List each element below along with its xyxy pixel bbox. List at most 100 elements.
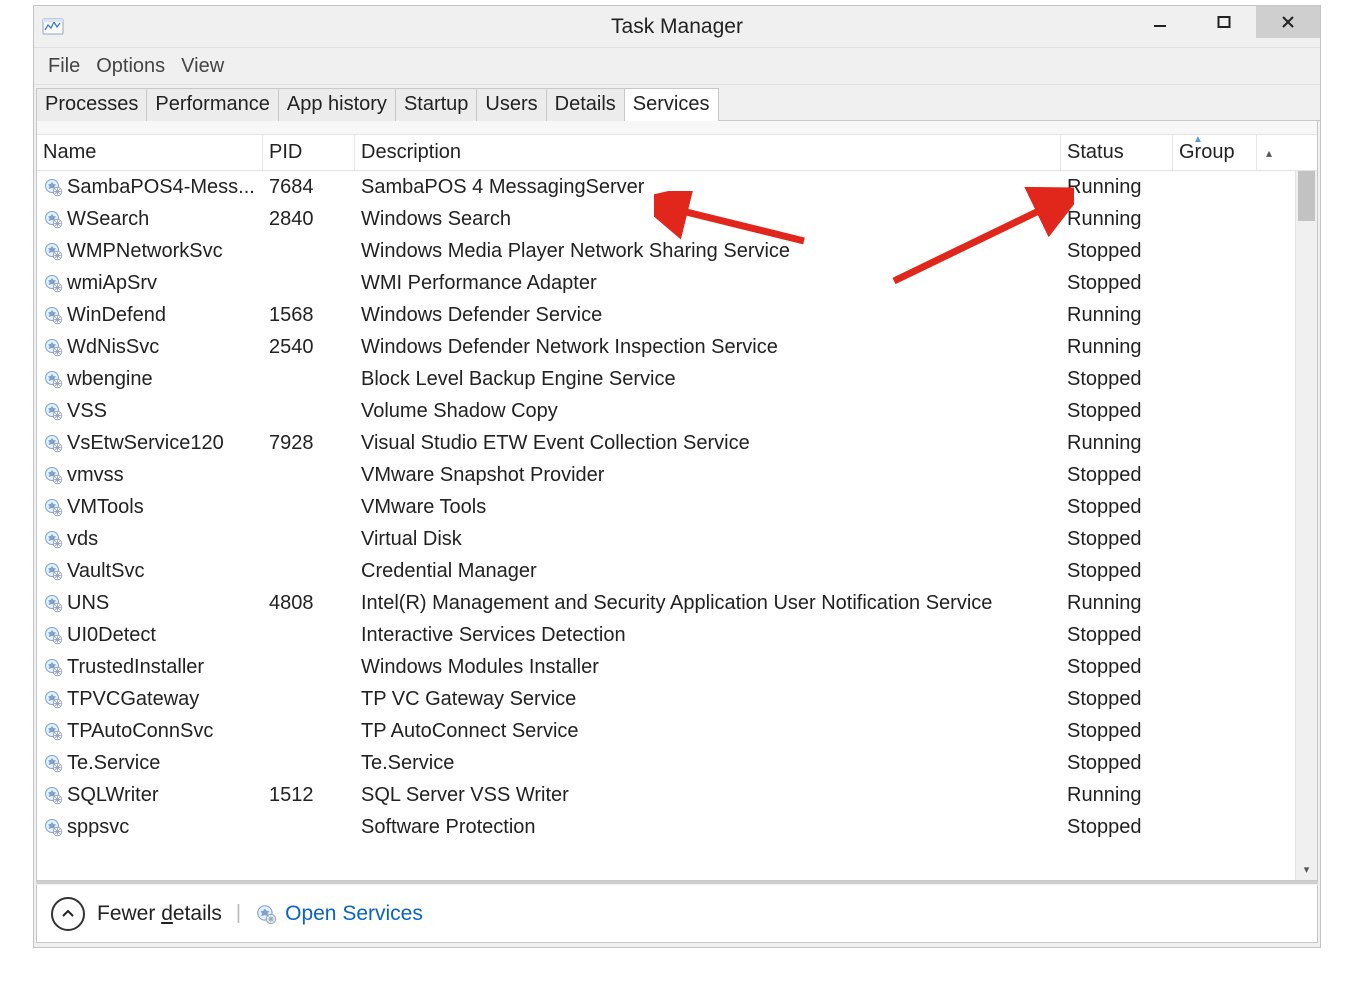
service-row[interactable]: VaultSvcCredential ManagerStopped — [37, 555, 1317, 587]
service-row[interactable]: UNS4808Intel(R) Management and Security … — [37, 587, 1317, 619]
cell-pid — [263, 250, 355, 252]
cell-pid: 1568 — [263, 303, 355, 328]
cell-group — [1173, 442, 1257, 444]
service-row[interactable]: vdsVirtual DiskStopped — [37, 523, 1317, 555]
cell-status: Running — [1061, 783, 1173, 808]
cell-name: VsEtwService120 — [37, 431, 263, 456]
cell-name: SambaPOS4-Mess... — [37, 175, 263, 200]
service-name-text: SQLWriter — [67, 784, 159, 807]
service-row[interactable]: UI0DetectInteractive Services DetectionS… — [37, 619, 1317, 651]
service-name-text: TPVCGateway — [67, 688, 199, 711]
cell-group — [1173, 762, 1257, 764]
menu-file[interactable]: File — [42, 51, 86, 82]
tab-processes[interactable]: Processes — [36, 88, 147, 121]
cell-desc: TP VC Gateway Service — [355, 687, 1061, 712]
col-header-status[interactable]: Status — [1061, 135, 1173, 170]
service-row[interactable]: TPAutoConnSvcTP AutoConnect ServiceStopp… — [37, 715, 1317, 747]
service-row[interactable]: sppsvcSoftware ProtectionStopped — [37, 811, 1317, 843]
service-name-text: sppsvc — [67, 816, 129, 839]
scrollbar-thumb[interactable] — [1298, 171, 1315, 221]
chevron-up-icon — [60, 906, 76, 922]
tab-performance[interactable]: Performance — [146, 88, 279, 121]
cell-status: Running — [1061, 303, 1173, 328]
cell-name: UI0Detect — [37, 623, 263, 648]
tab-app-history[interactable]: App history — [278, 88, 396, 121]
scroll-up-arrow[interactable]: ▴ — [1257, 140, 1281, 166]
service-icon — [43, 657, 63, 677]
menu-view[interactable]: View — [175, 51, 230, 82]
col-header-description[interactable]: Description — [355, 135, 1061, 170]
cell-pid — [263, 282, 355, 284]
close-button[interactable] — [1256, 6, 1320, 38]
service-name-text: UNS — [67, 592, 109, 615]
task-manager-window: Task Manager File Options View Processes… — [33, 5, 1321, 948]
col-header-group[interactable]: Group — [1173, 135, 1257, 170]
vertical-scrollbar[interactable]: ▾ — [1295, 171, 1317, 880]
service-row[interactable]: wbengine Block Level Backup Engine Servic… — [37, 363, 1317, 395]
service-row[interactable]: VMToolsVMware ToolsStopped — [37, 491, 1317, 523]
cell-name: wbengine — [37, 367, 263, 392]
service-row[interactable]: WinDefend 1568Windows Defender ServiceRun… — [37, 299, 1317, 331]
col-header-name[interactable]: Name — [37, 135, 263, 170]
cell-pid — [263, 666, 355, 668]
cell-group — [1173, 698, 1257, 700]
cell-desc: VMware Snapshot Provider — [355, 463, 1061, 488]
tab-startup[interactable]: Startup — [395, 88, 477, 121]
cell-desc: Block Level Backup Engine Service — [355, 367, 1061, 392]
service-name-text: TrustedInstaller — [67, 656, 204, 679]
cell-name: VMTools — [37, 495, 263, 520]
service-row[interactable]: VsEtwService1207928Visual Studio ETW Eve… — [37, 427, 1317, 459]
service-name-text: SambaPOS4-Mess... — [67, 176, 255, 199]
service-row[interactable]: WMPNetworkSvcWindows Media Player Networ… — [37, 235, 1317, 267]
fewer-details-text-post: etails — [173, 902, 222, 925]
tab-services[interactable]: Services — [624, 88, 719, 121]
service-name-text: WinDefend — [67, 304, 166, 327]
service-icon — [43, 785, 63, 805]
service-icon — [43, 529, 63, 549]
cell-desc: VMware Tools — [355, 495, 1061, 520]
cell-desc: Intel(R) Management and Security Applica… — [355, 591, 1061, 616]
service-row[interactable]: vmvssVMware Snapshot ProviderStopped — [37, 459, 1317, 491]
col-header-pid[interactable]: PID — [263, 135, 355, 170]
cell-desc: SambaPOS 4 MessagingServer — [355, 175, 1061, 200]
cell-desc: Windows Defender Network Inspection Serv… — [355, 335, 1061, 360]
cell-group — [1173, 378, 1257, 380]
service-name-text: wbengine — [67, 368, 153, 391]
cell-pid — [263, 538, 355, 540]
service-name-text: vmvss — [67, 464, 124, 487]
cell-name: Te.Service — [37, 751, 263, 776]
menu-options[interactable]: Options — [90, 51, 171, 82]
open-services-link[interactable]: Open Services — [255, 902, 423, 926]
service-row[interactable]: VSSVolume Shadow CopyStopped — [37, 395, 1317, 427]
service-row[interactable]: wmiApSrvWMI Performance AdapterStopped — [37, 267, 1317, 299]
tab-details[interactable]: Details — [546, 88, 625, 121]
cell-name: TPVCGateway — [37, 687, 263, 712]
cell-status: Stopped — [1061, 367, 1173, 392]
service-row[interactable]: WdNisSvc2540Windows Defender Network Ins… — [37, 331, 1317, 363]
table-body[interactable]: SambaPOS4-Mess...7684SambaPOS 4 Messagin… — [37, 171, 1317, 880]
service-row[interactable]: WSearch2840Windows SearchRunning — [37, 203, 1317, 235]
service-icon — [43, 561, 63, 581]
cell-desc: Windows Search — [355, 207, 1061, 232]
service-icon — [43, 241, 63, 261]
service-row[interactable]: TrustedInstallerWindows Modules Installe… — [37, 651, 1317, 683]
cell-status: Stopped — [1061, 623, 1173, 648]
fewer-details-label[interactable]: Fewer details — [97, 902, 222, 926]
services-table: Name PID Description Status Group ▴ ▲ Sa… — [37, 135, 1317, 880]
service-name-text: WdNisSvc — [67, 336, 159, 359]
service-icon — [43, 753, 63, 773]
service-icon — [43, 593, 63, 613]
cell-pid — [263, 826, 355, 828]
scroll-down-arrow[interactable]: ▾ — [1296, 863, 1317, 876]
service-row[interactable]: TPVCGatewayTP VC Gateway ServiceStopped — [37, 683, 1317, 715]
minimize-button[interactable] — [1128, 6, 1192, 38]
cell-group — [1173, 410, 1257, 412]
service-row[interactable]: SambaPOS4-Mess...7684SambaPOS 4 Messagin… — [37, 171, 1317, 203]
tab-users[interactable]: Users — [476, 88, 546, 121]
cell-desc: Windows Defender Service — [355, 303, 1061, 328]
service-row[interactable]: Te.ServiceTe.ServiceStopped — [37, 747, 1317, 779]
fewer-details-button[interactable] — [51, 897, 85, 931]
maximize-button[interactable] — [1192, 6, 1256, 38]
service-row[interactable]: SQLWriter1512SQL Server VSS WriterRunnin… — [37, 779, 1317, 811]
service-icon — [43, 497, 63, 517]
